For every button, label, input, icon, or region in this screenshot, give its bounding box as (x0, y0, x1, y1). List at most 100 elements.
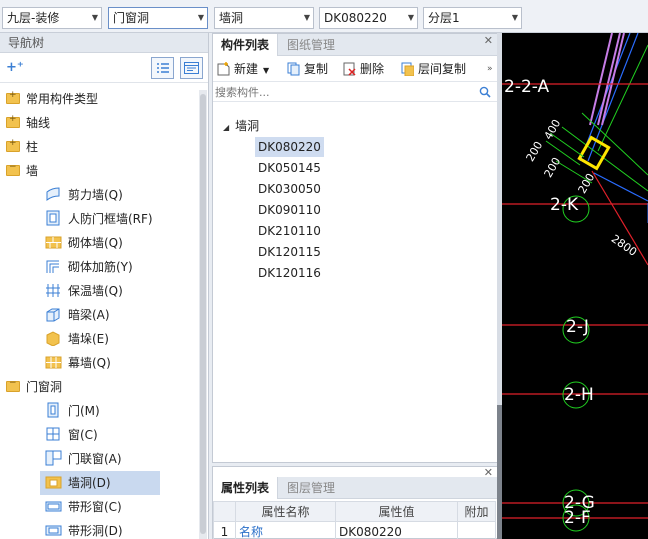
shear-wall-icon (46, 187, 60, 202)
tab-layer-management[interactable]: 图层管理 (279, 477, 343, 499)
new-icon (217, 62, 230, 76)
tree-label: 砌体加筋(Y) (68, 260, 133, 274)
cad-canvas[interactable]: 2-2-A 2-K 2-J 2-H 2-G 2-F 400 200 200 20… (502, 33, 648, 539)
tree-label: 砌体墙(Q) (68, 236, 123, 250)
tab-component-list[interactable]: 构件列表 (213, 34, 279, 56)
tab-property-list[interactable]: 属性列表 (213, 477, 279, 499)
layer-select[interactable]: 分层1 ▼ (423, 7, 522, 29)
component-item[interactable]: DK050145 (255, 158, 324, 178)
property-table-header: 属性名称 属性值 附加 (213, 501, 496, 522)
tree-item-masonry-rebar[interactable]: 砌体加筋(Y) (44, 255, 133, 279)
tree-label: 带形洞(D) (68, 524, 123, 538)
component-panel-tabs: 构件列表 图纸管理 ✕ (213, 34, 497, 56)
expand-icon[interactable]: +⁺ (6, 60, 24, 75)
component-group[interactable]: ◢ 墙洞 (223, 116, 259, 138)
tree-item-strip-opening[interactable]: 带形洞(D) (44, 519, 123, 539)
layer-select-value: 分层1 (428, 11, 460, 25)
type-select-value: 墙洞 (219, 11, 244, 25)
floor-select-value: 九层-装修 (7, 11, 60, 25)
list-view-button[interactable] (151, 57, 174, 79)
copy-label: 复制 (304, 62, 329, 76)
chevron-down-icon: ▼ (511, 13, 518, 22)
nav-tools: +⁺ (0, 53, 208, 83)
tree-label: 柱 (26, 140, 39, 154)
component-toolbar: 新建 ▼ 复制 删除 层间复制 » (213, 56, 497, 82)
new-label: 新建 (234, 62, 259, 76)
close-icon[interactable]: ✕ (484, 466, 493, 480)
tree-folder-wall[interactable]: − 墙 (6, 159, 38, 183)
row-index: 1 (213, 521, 236, 539)
component-item[interactable]: DK210110 (255, 221, 324, 241)
tree-label: 门联窗(A) (68, 452, 122, 466)
panel-icon (184, 62, 199, 74)
property-panel: 属性列表 图层管理 ✕ 属性名称 属性值 附加 1 名称 DK080220 (212, 466, 498, 539)
more-icon[interactable]: » (487, 60, 493, 78)
property-value[interactable]: DK080220 (335, 521, 458, 539)
tree-item-shear-wall[interactable]: 剪力墙(Q) (44, 183, 123, 207)
tree-item-window[interactable]: 窗(C) (44, 423, 98, 447)
column-header: 属性名称 (235, 501, 336, 522)
grid-label: 2-J (566, 317, 589, 337)
tree-item-hidden-beam[interactable]: 暗梁(A) (44, 303, 110, 327)
folder-open-icon: − (6, 379, 20, 392)
tree-label: 幕墙(Q) (68, 356, 111, 370)
tree-item-strip-window[interactable]: 带形窗(C) (44, 495, 122, 519)
tree-item-wall-opening[interactable]: 墙洞(D) (40, 471, 160, 495)
tree-item-door-window[interactable]: 门联窗(A) (44, 447, 122, 471)
tree-item-door[interactable]: 门(M) (44, 399, 100, 423)
floor-copy-icon (401, 62, 414, 76)
tree-label: 门窗洞 (26, 380, 63, 394)
folder-icon: + (6, 91, 20, 104)
delete-icon (343, 62, 356, 76)
search-input[interactable] (215, 83, 475, 101)
floor-select[interactable]: 九层-装修 ▼ (2, 7, 102, 29)
new-button[interactable]: 新建 ▼ (217, 60, 269, 78)
category-select[interactable]: 门窗洞 ▼ (108, 7, 208, 29)
tree-label: 常用构件类型 (26, 92, 99, 106)
search-icon[interactable] (479, 86, 491, 98)
rebar-icon (46, 260, 59, 273)
grid-label: 2-F (564, 508, 591, 528)
component-item[interactable]: DK120115 (255, 242, 324, 262)
scroll-thumb[interactable] (200, 94, 206, 534)
detail-view-button[interactable] (180, 57, 203, 79)
delete-button[interactable]: 删除 (343, 60, 384, 78)
type-select[interactable]: 墙洞 ▼ (214, 7, 314, 29)
tree-folder-opening[interactable]: − 门窗洞 (6, 375, 62, 399)
tab-drawing-management[interactable]: 图纸管理 (279, 34, 343, 56)
component-item[interactable]: DK090110 (255, 200, 324, 220)
chevron-down-icon: ▼ (407, 13, 414, 22)
tree-label: 墙洞(D) (68, 476, 111, 490)
tree-item-curtain-wall[interactable]: 幕墙(Q) (44, 351, 111, 375)
component-item[interactable]: DK080220 (255, 137, 324, 157)
tree-label: 墙 (26, 164, 39, 178)
property-row[interactable]: 1 名称 DK080220 (213, 521, 496, 539)
tree-label: 窗(C) (68, 428, 98, 442)
property-extra[interactable] (457, 521, 496, 539)
tree-folder-column[interactable]: + 柱 (6, 135, 38, 159)
tree-folder-axis[interactable]: + 轴线 (6, 111, 50, 135)
collapse-icon: ◢ (223, 123, 230, 132)
strip-window-icon (45, 501, 62, 512)
tree-folder-common[interactable]: + 常用构件类型 (6, 87, 98, 111)
tree-item-insulation-wall[interactable]: 保温墙(Q) (44, 279, 123, 303)
floor-copy-button[interactable]: 层间复制 (401, 60, 466, 78)
tree-label: 剪力墙(Q) (68, 188, 123, 202)
tree-item-civil-defense-wall[interactable]: 人防门框墙(RF) (44, 207, 153, 231)
component-item[interactable]: DK030050 (255, 179, 324, 199)
tree-item-masonry-wall[interactable]: 砌体墙(Q) (44, 231, 123, 255)
component-select[interactable]: DK080220 ▼ (319, 7, 418, 29)
close-icon[interactable]: ✕ (484, 34, 493, 48)
tree-item-wall-pier[interactable]: 墙垛(E) (44, 327, 109, 351)
top-toolbar: 九层-装修 ▼ 门窗洞 ▼ 墙洞 ▼ DK080220 ▼ 分层1 ▼ (0, 0, 648, 33)
chevron-down-icon: ▼ (263, 66, 270, 75)
component-item[interactable]: DK120116 (255, 263, 324, 283)
wall-opening-icon (45, 476, 62, 489)
door-frame-icon (46, 210, 60, 226)
insulation-wall-icon (46, 284, 60, 297)
tree-label: 带形窗(C) (68, 500, 122, 514)
nav-scrollbar[interactable] (199, 90, 207, 539)
column-header: 附加 (457, 501, 496, 522)
copy-button[interactable]: 复制 (287, 60, 328, 78)
beam-icon (46, 308, 60, 322)
